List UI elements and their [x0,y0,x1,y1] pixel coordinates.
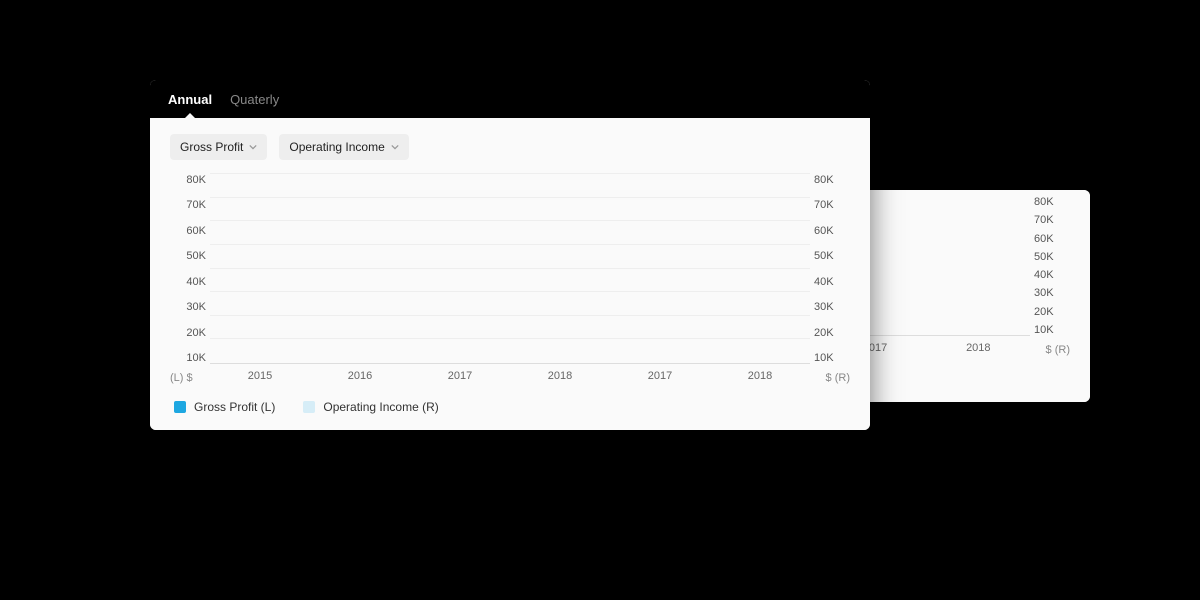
selector-gross-profit[interactable]: Gross Profit [170,134,267,160]
legend-front: Gross Profit (L) Operating Income (R) [150,390,870,430]
x-tick: 2018 [966,342,990,354]
legend-swatch [174,401,186,413]
y-axis-right: 80K70K60K50K40K30K20K10K [814,174,850,364]
axis-origin-left: (L) $ [170,372,193,384]
series-selectors: Gross Profit Operating Income [150,118,870,168]
axis-origin-right: $ (R) [826,372,850,384]
x-tick: 2016 [348,370,372,382]
tab-annual[interactable]: Annual [168,92,212,107]
tab-bar: Annual Quaterly [150,80,870,118]
tab-quarterly[interactable]: Quaterly [230,92,279,107]
chart-card-front: Annual Quaterly Gross Profit Operating I… [150,80,870,430]
x-tick: 2015 [248,370,272,382]
chevron-down-icon [391,143,399,151]
legend-label: Operating Income (R) [323,400,438,414]
plot-area-front [210,174,810,364]
active-tab-indicator [184,113,196,119]
x-axis-front: 2015 2016 2017 2018 2017 2018 [210,370,810,382]
y-axis-left: 80K70K60K50K40K30K20K10K [170,174,206,364]
axis-origin-right: $ (R) [1046,344,1070,356]
legend-label: Gross Profit (L) [194,400,275,414]
selector-label: Operating Income [289,140,384,154]
x-tick: 2017 [448,370,472,382]
x-tick: 2018 [548,370,572,382]
chevron-down-icon [249,143,257,151]
x-tick: 2018 [748,370,772,382]
x-tick: 2017 [648,370,672,382]
legend-swatch [303,401,315,413]
y-axis-right: 80K70K60K50K40K30K20K10K [1034,196,1070,336]
selector-operating-income[interactable]: Operating Income [279,134,408,160]
selector-label: Gross Profit [180,140,243,154]
